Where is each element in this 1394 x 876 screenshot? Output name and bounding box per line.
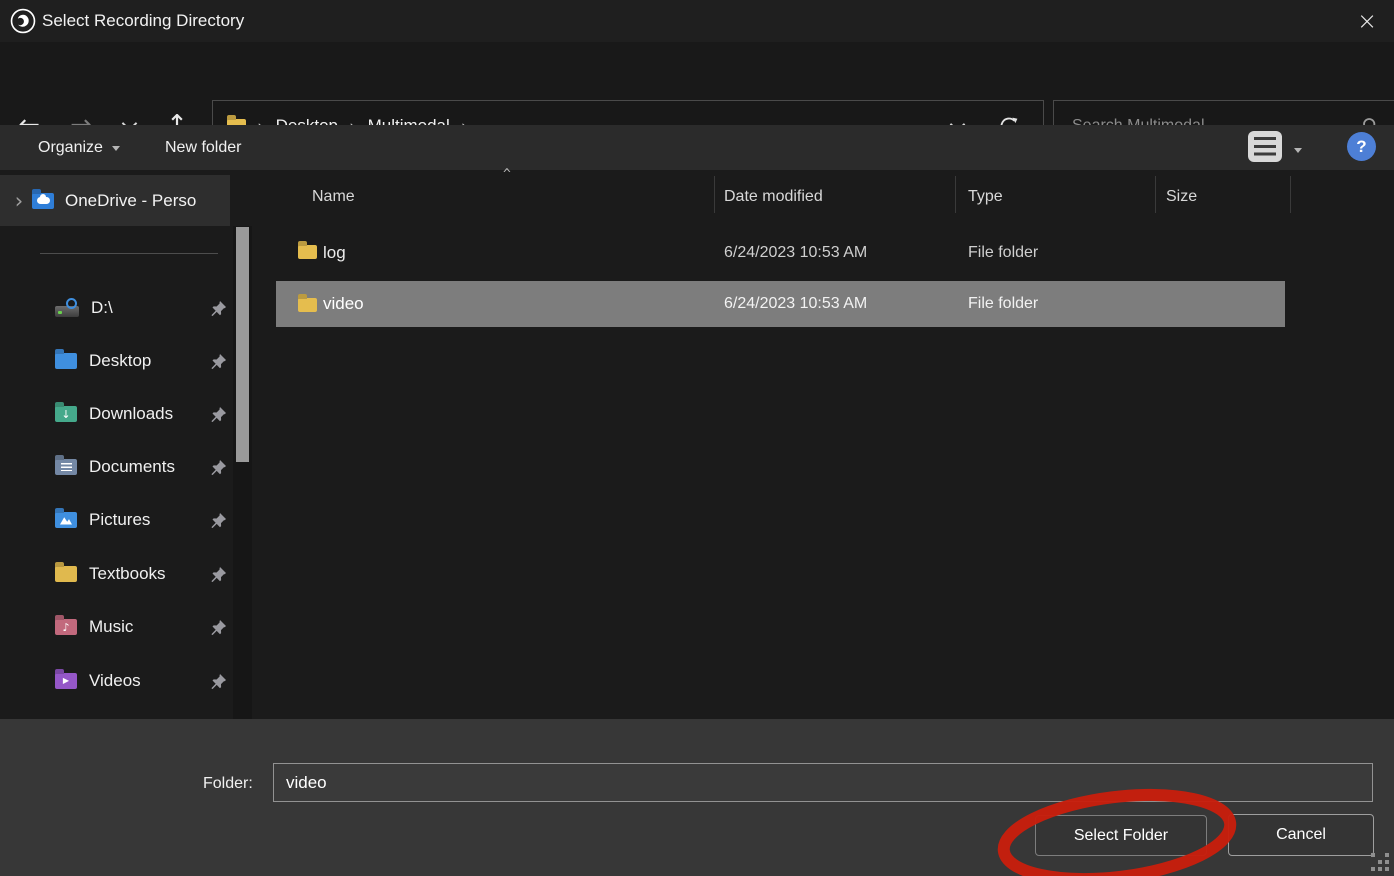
pin-icon[interactable] <box>210 406 227 423</box>
pin-icon[interactable] <box>210 619 227 636</box>
column-header-type[interactable]: Type <box>968 188 1003 206</box>
folder-name-input[interactable] <box>273 763 1373 802</box>
view-chevron-icon[interactable] <box>1294 148 1302 157</box>
help-icon[interactable]: ? <box>1347 132 1376 161</box>
sidebar-item-label: Pictures <box>89 510 150 530</box>
sidebar-item-label: D:\ <box>91 298 113 318</box>
videos-folder-icon: ▶ <box>55 673 77 689</box>
window-title: Select Recording Directory <box>42 11 244 31</box>
expand-chevron-icon[interactable]: › <box>0 189 32 213</box>
sidebar-item-textbooks[interactable]: Textbooks <box>55 558 227 590</box>
column-divider[interactable] <box>955 176 956 213</box>
sidebar-item-pictures[interactable]: Pictures <box>55 504 227 536</box>
desktop-folder-icon <box>55 353 77 369</box>
pin-icon[interactable] <box>210 566 227 583</box>
downloads-folder-icon: ↓ <box>55 406 77 422</box>
navigation-bar: ← → ↑ › Desktop › Multimodal › <box>0 42 1394 125</box>
textbooks-folder-icon <box>55 566 77 582</box>
title-bar: Select Recording Directory × <box>0 0 1394 42</box>
new-folder-button[interactable]: New folder <box>165 125 241 170</box>
column-header-size[interactable]: Size <box>1166 188 1197 206</box>
file-date-modified: 6/24/2023 10:53 AM <box>724 244 867 262</box>
file-type: File folder <box>968 295 1038 313</box>
sidebar-item-videos[interactable]: ▶ Videos <box>55 665 227 697</box>
documents-folder-icon <box>55 459 77 475</box>
obs-logo-icon <box>10 8 36 34</box>
column-divider[interactable] <box>1155 176 1156 213</box>
sidebar-item-downloads[interactable]: ↓ Downloads <box>55 398 227 430</box>
sidebar-item-label: Downloads <box>89 404 173 424</box>
pin-icon[interactable] <box>210 459 227 476</box>
sidebar-scrollbar-thumb[interactable] <box>236 227 249 462</box>
sidebar-item-desktop[interactable]: Desktop <box>55 345 227 377</box>
sidebar-item-label: Textbooks <box>89 564 166 584</box>
resize-grip-icon[interactable] <box>1371 853 1375 857</box>
new-folder-label: New folder <box>165 139 241 157</box>
list-view-icon[interactable] <box>1248 131 1282 162</box>
cancel-button[interactable]: Cancel <box>1228 814 1374 856</box>
organize-button[interactable]: Organize <box>38 125 120 170</box>
folder-icon <box>298 298 317 312</box>
folder-icon <box>298 245 317 259</box>
command-bar: Organize New folder <box>0 125 1394 170</box>
drive-icon <box>55 306 79 317</box>
file-row-video-selected[interactable]: video 6/24/2023 10:53 AM File folder <box>276 281 1285 327</box>
column-header-name[interactable]: Name <box>312 188 355 206</box>
pin-icon[interactable] <box>210 673 227 690</box>
sort-ascending-icon: ^ <box>503 167 511 182</box>
sidebar-item-documents[interactable]: Documents <box>55 451 227 483</box>
organize-label: Organize <box>38 139 103 157</box>
folder-field-label: Folder: <box>203 775 253 793</box>
close-icon[interactable]: × <box>1344 0 1390 42</box>
sidebar-item-label: Videos <box>89 671 141 691</box>
music-folder-icon: ♪ <box>55 619 77 635</box>
select-recording-directory-dialog: Select Recording Directory × ← → ↑ › Des… <box>0 0 1394 876</box>
file-date-modified: 6/24/2023 10:53 AM <box>724 295 867 313</box>
sidebar-item-label: Documents <box>89 457 175 477</box>
sidebar-item-label: Desktop <box>89 351 151 371</box>
pin-icon[interactable] <box>210 300 227 317</box>
column-divider[interactable] <box>1290 176 1291 213</box>
sidebar-item-onedrive[interactable]: › OneDrive - Perso <box>0 175 230 226</box>
pin-icon[interactable] <box>210 353 227 370</box>
file-name: video <box>323 294 364 314</box>
pictures-folder-icon <box>55 512 77 528</box>
chevron-down-icon <box>112 146 120 155</box>
column-divider[interactable] <box>714 176 715 213</box>
file-name: log <box>323 243 346 263</box>
column-header-date-modified[interactable]: Date modified <box>724 188 823 206</box>
pin-icon[interactable] <box>210 512 227 529</box>
sidebar-item-label: Music <box>89 617 133 637</box>
sidebar-item-d-drive[interactable]: D:\ <box>55 292 227 324</box>
sidebar-item-label: OneDrive - Perso <box>65 191 196 211</box>
sidebar-divider <box>40 253 218 254</box>
onedrive-folder-icon <box>32 193 54 209</box>
file-type: File folder <box>968 244 1038 262</box>
select-folder-button[interactable]: Select Folder <box>1035 815 1207 856</box>
sidebar-item-music[interactable]: ♪ Music <box>55 611 227 643</box>
